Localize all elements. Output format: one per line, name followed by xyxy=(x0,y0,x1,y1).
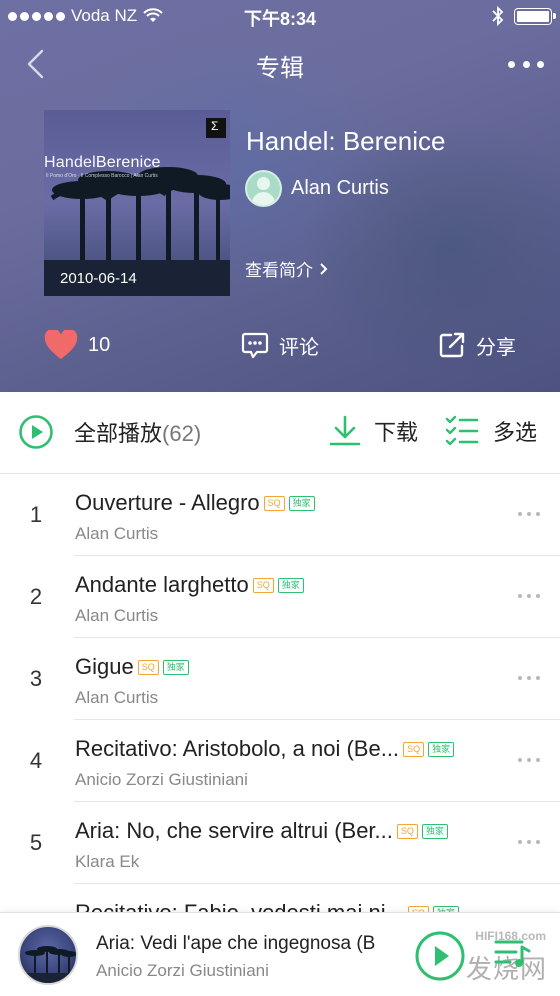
track-title: Recitativo: Aristobolo, a noi (Be... xyxy=(75,736,400,761)
track-title: Aria: No, che servire altrui (Ber... xyxy=(75,818,393,843)
comment-label: 评论 xyxy=(279,336,319,359)
comment-button[interactable]: 评论 xyxy=(241,322,319,368)
share-icon xyxy=(439,332,465,358)
palm-trees-artwork xyxy=(44,110,230,296)
track-row[interactable]: 3 Gigue SQ 独家 Alan Curtis xyxy=(0,638,560,720)
palm-trees-thumbnail xyxy=(20,946,76,983)
nav-bar: 专辑 xyxy=(0,40,560,88)
download-label: 下载 xyxy=(374,420,419,445)
now-playing-artist: Anicio Zorzi Giustiniani xyxy=(96,961,269,980)
album-header: Voda NZ 下午8:34 专辑 Σ HandelBerenice Il Po… xyxy=(0,0,560,392)
release-date: 2010-06-14 xyxy=(60,270,137,287)
track-list: 1 Ouverture - Allegro SQ 独家 Alan Curtis … xyxy=(0,474,560,966)
track-artist: Alan Curtis xyxy=(75,688,159,707)
artist-name: Alan Curtis xyxy=(291,176,389,199)
cover-title: HandelBerenice xyxy=(44,154,161,171)
share-button[interactable]: 分享 xyxy=(438,322,516,368)
track-number: 3 xyxy=(29,666,43,691)
share-label: 分享 xyxy=(476,336,516,359)
download-icon xyxy=(329,415,361,446)
exclusive-badge: 独家 xyxy=(288,495,315,511)
track-number: 1 xyxy=(29,502,43,527)
album-title: Handel: Berenice xyxy=(246,126,446,156)
multi-select-button[interactable]: 多选 xyxy=(445,414,537,448)
bluetooth-icon xyxy=(492,6,504,26)
like-count: 10 xyxy=(88,333,111,356)
track-row[interactable]: 1 Ouverture - Allegro SQ 独家 Alan Curtis xyxy=(0,474,560,556)
status-bar: Voda NZ 下午8:34 xyxy=(0,0,560,34)
sq-badge: SQ xyxy=(137,659,159,675)
intro-link-label: 查看简介 xyxy=(245,261,313,280)
track-more-icon[interactable] xyxy=(518,758,540,762)
track-number: 4 xyxy=(29,748,43,773)
download-button[interactable]: 下载 xyxy=(328,414,418,448)
play-all-bar: 全部播放(62) 下载 多选 xyxy=(0,392,560,474)
track-number: 5 xyxy=(29,830,43,855)
track-title: Andante larghetto xyxy=(75,572,249,597)
track-more-icon[interactable] xyxy=(518,676,540,680)
chevron-right-icon xyxy=(320,262,328,275)
multi-select-label: 多选 xyxy=(493,420,538,445)
now-playing-cover[interactable] xyxy=(18,925,78,985)
checklist-icon xyxy=(445,415,479,446)
track-row[interactable]: 5 Aria: No, che servire altrui (Ber... S… xyxy=(0,802,560,884)
cover-credits: Il Pomo d'Oro · Il Complesso Barocco | A… xyxy=(46,173,158,179)
play-all-button[interactable]: 全部播放(62) xyxy=(18,414,201,450)
album-intro-link[interactable]: 查看简介 xyxy=(245,256,329,281)
exclusive-badge: 独家 xyxy=(277,577,304,593)
play-circle-icon xyxy=(19,415,53,449)
sq-badge: SQ xyxy=(252,577,274,593)
mini-player[interactable]: Aria: Vedi l'ape che ingegnosa (B Anicio… xyxy=(0,912,560,996)
track-row[interactable]: 4 Recitativo: Aristobolo, a noi (Be... S… xyxy=(0,720,560,802)
track-number: 2 xyxy=(29,584,43,609)
like-button[interactable]: 10 xyxy=(44,322,110,368)
sq-badge: SQ xyxy=(403,741,425,757)
track-title: Gigue xyxy=(75,654,134,679)
site-watermark: HIFI168.com 发烧网 xyxy=(380,919,560,993)
track-row[interactable]: 2 Andante larghetto SQ 独家 Alan Curtis xyxy=(0,556,560,638)
track-artist: Klara Ek xyxy=(75,852,140,871)
now-playing-title: Aria: Vedi l'ape che ingegnosa (B xyxy=(96,933,376,954)
track-artist: Alan Curtis xyxy=(75,524,159,543)
status-time: 下午8:34 xyxy=(243,9,317,29)
track-more-icon[interactable] xyxy=(518,840,540,844)
page-title: 专辑 xyxy=(256,55,304,82)
play-all-label: 全部播放 xyxy=(74,421,163,446)
sq-badge: SQ xyxy=(263,495,285,511)
comment-icon xyxy=(241,332,269,359)
erato-label-logo xyxy=(206,118,226,138)
exclusive-badge: 独家 xyxy=(428,741,455,757)
play-circle-icon[interactable] xyxy=(414,930,466,982)
track-count: (62) xyxy=(162,421,202,446)
track-more-icon[interactable] xyxy=(518,512,540,516)
exclusive-badge: 独家 xyxy=(162,659,189,675)
track-title: Ouverture - Allegro xyxy=(75,490,260,515)
artist-link[interactable]: Alan Curtis xyxy=(245,168,389,208)
album-actions: 10 评论 分享 xyxy=(0,322,560,368)
sq-badge: SQ xyxy=(396,823,418,839)
exclusive-badge: 独家 xyxy=(421,823,448,839)
track-artist: Alan Curtis xyxy=(75,606,159,625)
track-artist: Anicio Zorzi Giustiniani xyxy=(75,770,248,789)
track-more-icon[interactable] xyxy=(518,594,540,598)
battery-icon xyxy=(514,7,556,25)
more-dots-icon[interactable] xyxy=(508,52,544,76)
avatar xyxy=(245,169,282,207)
heart-icon xyxy=(44,330,78,359)
playlist-icon[interactable] xyxy=(492,933,532,973)
album-cover[interactable]: HandelBerenice Il Pomo d'Oro · Il Comple… xyxy=(44,110,230,296)
